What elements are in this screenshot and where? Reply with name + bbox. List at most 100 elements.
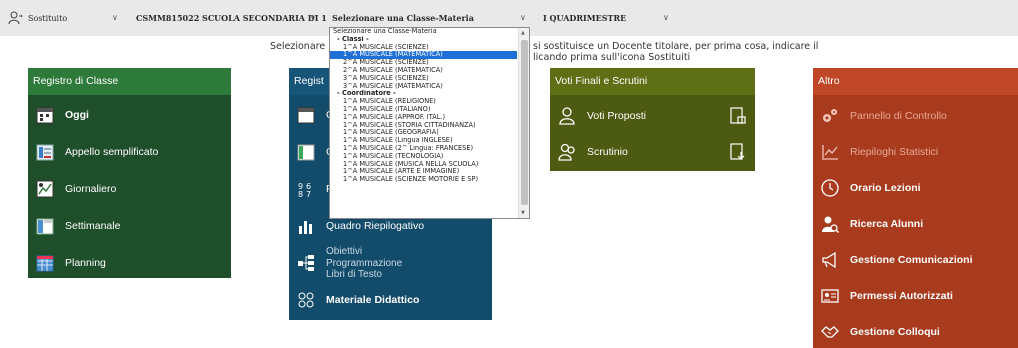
menu-item-label: Gestione Comunicazioni xyxy=(850,254,973,266)
libri-label: Libri di Testo xyxy=(326,269,382,280)
dropdown-option[interactable]: 1^A MUSICALE (STORIA CITTADINANZA) xyxy=(330,122,517,130)
menu-item-materiale[interactable]: Materiale Didattico xyxy=(289,290,492,310)
id-card-icon xyxy=(820,286,840,306)
calendar-icon xyxy=(296,105,316,125)
menu-item-orario[interactable]: Orario Lezioni xyxy=(813,178,1018,198)
megaphone-icon xyxy=(820,250,840,270)
dropdown-option[interactable]: 1^A MUSICALE (SCIENZE MOTORIE E SP) xyxy=(330,176,517,184)
menu-item-settimanale[interactable]: Settimanale xyxy=(28,216,231,236)
dropdown-option[interactable]: 3^A MUSICALE (MATEMATICA) xyxy=(330,83,517,91)
menu-item-voti-proposti[interactable]: Voti Proposti xyxy=(550,106,755,126)
menu-item-label: Voti Proposti xyxy=(587,110,646,122)
menu-item-label: Materiale Didattico xyxy=(326,294,420,306)
chevron-down-icon[interactable]: ∨ xyxy=(520,13,526,22)
hierarchy-icon xyxy=(296,253,316,273)
week-icon xyxy=(35,216,55,236)
dropdown-option[interactable]: 1^A MUSICALE (ITALIANO) xyxy=(330,106,517,114)
users-outline-icon xyxy=(557,142,577,162)
voti-finali-panel: Voti Finali e Scrutini Voti Proposti Scr… xyxy=(550,68,755,171)
dropdown-option[interactable]: 1^A MUSICALE (GEOGRAFIA) xyxy=(330,129,517,137)
menu-item-planning[interactable]: Planning xyxy=(28,253,231,273)
menu-item-label: Orario Lezioni xyxy=(850,182,921,194)
user-search-icon xyxy=(820,214,840,234)
svg-text:7: 7 xyxy=(306,190,311,199)
menu-item-riepiloghi[interactable]: Riepiloghi Statistici xyxy=(813,142,1018,162)
dropdown-option[interactable]: 1^A MUSICALE (MUSICA NELLA SCUOLA) xyxy=(330,161,517,169)
dropdown-option[interactable]: 2^A MUSICALE (MATEMATICA) xyxy=(330,67,517,75)
clock-icon xyxy=(820,178,840,198)
menu-item-quadro[interactable]: Quadro Riepilogativo xyxy=(289,216,492,236)
dropdown-option[interactable]: 1^A MUSICALE (Lingua INGLESE) xyxy=(330,137,517,145)
calendar-icon xyxy=(35,105,55,125)
scroll-up-icon[interactable]: ▲ xyxy=(521,30,525,36)
menu-item-comunicazioni[interactable]: Gestione Comunicazioni xyxy=(813,250,1018,270)
menu-item-appello[interactable]: Appello semplificato xyxy=(28,142,231,162)
obiettivi-label: Obiettivi xyxy=(326,246,363,257)
dropdown-scrollbar[interactable]: ▲ ▼ xyxy=(518,28,529,218)
gears-icon xyxy=(820,106,840,126)
chevron-down-icon[interactable]: ∨ xyxy=(112,13,118,22)
menu-item-label: Permessi Autorizzati xyxy=(850,290,953,302)
dropdown-option[interactable]: 1^A MUSICALE (APPROF. ITAL.) xyxy=(330,114,517,122)
dropdown-option[interactable]: 1^A MUSICALE (TECNOLOGIA) xyxy=(330,153,517,161)
scroll-down-icon[interactable]: ▼ xyxy=(521,210,525,216)
menu-item-oggi[interactable]: Oggi xyxy=(28,105,231,125)
menu-item-label: Riepiloghi Statistici xyxy=(850,146,939,158)
handshake-icon xyxy=(820,322,840,342)
menu-item-giornaliero[interactable]: Giornaliero xyxy=(28,179,231,199)
menu-item-label: Oggi xyxy=(65,109,89,121)
line-chart-icon xyxy=(820,142,840,162)
chevron-down-icon[interactable]: ∨ xyxy=(310,13,316,22)
svg-text:8: 8 xyxy=(298,190,303,199)
document-icon[interactable] xyxy=(729,107,747,125)
menu-item-label: Appello semplificato xyxy=(65,146,159,158)
school-selector[interactable]: CSMM815022 SCUOLA SECONDARIA DI 1 xyxy=(136,0,327,36)
panel-title: Voti Finali e Scrutini xyxy=(550,68,755,95)
grades-icon: 9687 xyxy=(296,179,316,199)
register-icon xyxy=(35,142,55,162)
period-selector[interactable]: I QUADRIMESTRE xyxy=(543,0,626,36)
menu-item-permessi[interactable]: Permessi Autorizzati xyxy=(813,286,1018,306)
registro-classe-panel: Registro di Classe Oggi Appello semplifi… xyxy=(28,68,231,278)
planning-icon xyxy=(35,253,55,273)
dropdown-option[interactable]: 1^A MUSICALE (ARTE E IMMAGINE) xyxy=(330,168,517,176)
notice-text-right: si sostituisce un Docente titolare, per … xyxy=(533,41,818,63)
menu-item-label: Pannello di Controllo xyxy=(850,110,947,122)
register-icon xyxy=(296,142,316,162)
menu-item-label: Giornaliero xyxy=(65,183,117,195)
user-icon xyxy=(8,11,23,25)
menu-item-label: Scrutinio xyxy=(587,146,628,158)
dropdown-option[interactable]: 1^A MUSICALE (SCIENZE) xyxy=(330,44,517,52)
user-label: Sostituito xyxy=(28,13,68,23)
school-label: CSMM815022 SCUOLA SECONDARIA DI 1 xyxy=(136,13,327,23)
menu-item-colloqui[interactable]: Gestione Colloqui xyxy=(813,322,1018,342)
user-selector[interactable]: Sostituito xyxy=(8,0,67,36)
dropdown-option[interactable]: 1^A MUSICALE (MATEMATICA) xyxy=(330,51,517,60)
dropdown-option[interactable]: 1^A MUSICALE (2^ Lingua: FRANCESE) xyxy=(330,145,517,153)
menu-item-obiettivi[interactable]: Obiettivi Programmazione Libri di Testo xyxy=(289,246,492,281)
chevron-down-icon[interactable]: ∨ xyxy=(663,13,669,22)
document-download-icon[interactable] xyxy=(729,143,747,161)
chart-doc-icon xyxy=(35,179,55,199)
menu-item-scrutinio[interactable]: Scrutinio xyxy=(550,142,755,162)
menu-item-label: Planning xyxy=(65,257,106,269)
panel-title: Registro di Classe xyxy=(28,68,231,95)
period-label: I QUADRIMESTRE xyxy=(543,13,627,23)
dropdown-option[interactable]: 3^A MUSICALE (SCIENZE) xyxy=(330,75,517,83)
menu-item-label: Settimanale xyxy=(65,220,121,232)
scrollbar-thumb[interactable] xyxy=(521,40,528,205)
user-outline-icon xyxy=(557,106,577,126)
notice-line-1: si sostituisce un Docente titolare, per … xyxy=(533,41,819,52)
menu-item-ricerca[interactable]: Ricerca Alunni xyxy=(813,214,1018,234)
notice-text-left: Selezionare xyxy=(270,41,326,52)
dropdown-list: Selezionare una Classe-Materia - Classi -… xyxy=(330,28,517,184)
dropdown-option[interactable]: 1^A MUSICALE (RELIGIONE) xyxy=(330,98,517,106)
programmazione-label: Programmazione xyxy=(326,257,403,269)
dropdown-group-label: - Classi - xyxy=(337,35,369,43)
dropdown-option[interactable]: Selezionare una Classe-Materia xyxy=(330,28,517,36)
dropdown-option[interactable]: 2^A MUSICALE (SCIENZE) xyxy=(330,59,517,67)
menu-item-label: Ricerca Alunni xyxy=(850,218,924,230)
menu-item-pannello[interactable]: Pannello di Controllo xyxy=(813,106,1018,126)
class-subject-dropdown[interactable]: Selezionare una Classe-Materia - Classi -… xyxy=(329,27,530,219)
bar-chart-icon xyxy=(296,216,316,236)
